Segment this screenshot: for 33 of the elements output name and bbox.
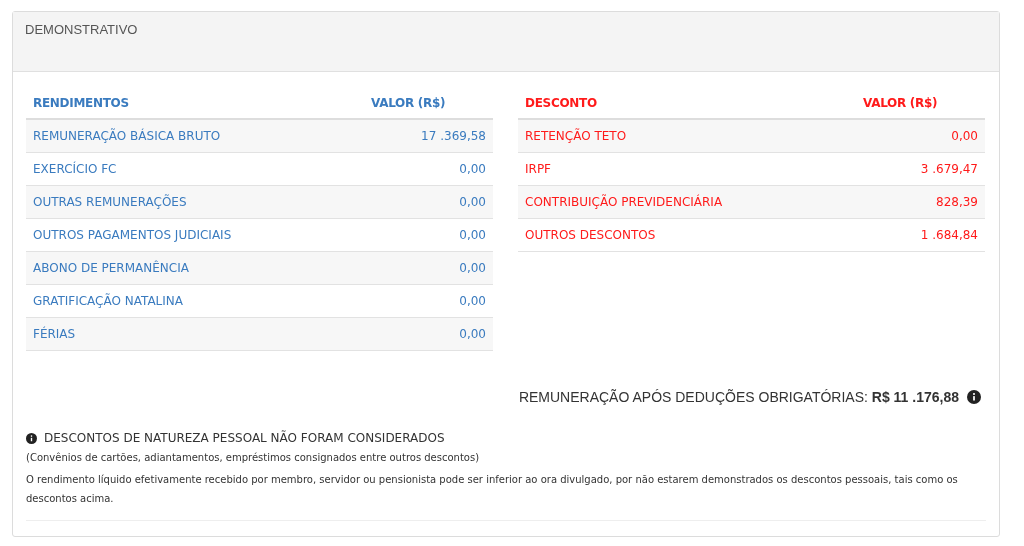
row-label: FÉRIAS — [33, 327, 76, 341]
notice-title: DESCONTOS DE NATUREZA PESSOAL NÃO FORAM CONSIDERADOS — [44, 431, 445, 445]
info-icon — [26, 432, 37, 444]
row-value: 17 .369,58 — [421, 129, 486, 143]
row-label: OUTRAS REMUNERAÇÕES — [33, 195, 187, 209]
row-value: 0,00 — [951, 129, 978, 143]
panel-title: DEMONSTRATIVO — [25, 22, 139, 37]
column-header: VALOR (R$) — [371, 96, 447, 110]
row-value: 0,00 — [459, 261, 486, 275]
notice-text: (Convênios de cartões, adiantamentos, empréstimos consignados entre outros descontos) — [26, 451, 481, 465]
row-label: ABONO DE PERMANÊNCIA — [33, 261, 189, 275]
row-value: 0,00 — [459, 327, 486, 341]
column-header: VALOR (R$) — [863, 96, 939, 110]
row-value: 0,00 — [459, 228, 486, 242]
row-label: EXERCÍCIO FC — [33, 162, 117, 176]
row-value: 0,00 — [459, 195, 486, 209]
row-label: RETENÇÃO TETO — [525, 129, 627, 143]
row-label: IRPF — [525, 162, 551, 176]
row-label: REMUNERAÇÃO BÁSICA BRUTO — [33, 129, 221, 143]
column-header: RENDIMENTOS — [33, 96, 129, 110]
row-value: 1 .684,84 — [920, 228, 978, 242]
row-label: OUTROS PAGAMENTOS JUDICIAIS — [33, 228, 232, 242]
row-label: CONTRIBUIÇÃO PREVIDENCIÁRIA — [525, 195, 723, 209]
info-icon — [967, 390, 981, 404]
row-label: OUTROS DESCONTOS — [525, 228, 656, 242]
row-value: 0,00 — [459, 294, 486, 308]
column-header: DESCONTO — [525, 96, 597, 110]
row-value: 0,00 — [459, 162, 486, 176]
row-label: GRATIFICAÇÃO NATALINA — [33, 294, 184, 308]
net-total: REMUNERAÇÃO APÓS DEDUÇÕES OBRIGATÓRIAS: R$ 11 .176,88 — [518, 389, 959, 405]
row-value: 3 .679,47 — [920, 162, 978, 176]
notice-text: O rendimento líquido efetivamente recebido por membro, servidor ou pensionista pode ser inferior ao ora divulgado, por não estarem demonstrados os descontos pessoais, tais como os descontos acima. — [26, 473, 959, 506]
row-value: 828,39 — [936, 195, 978, 209]
